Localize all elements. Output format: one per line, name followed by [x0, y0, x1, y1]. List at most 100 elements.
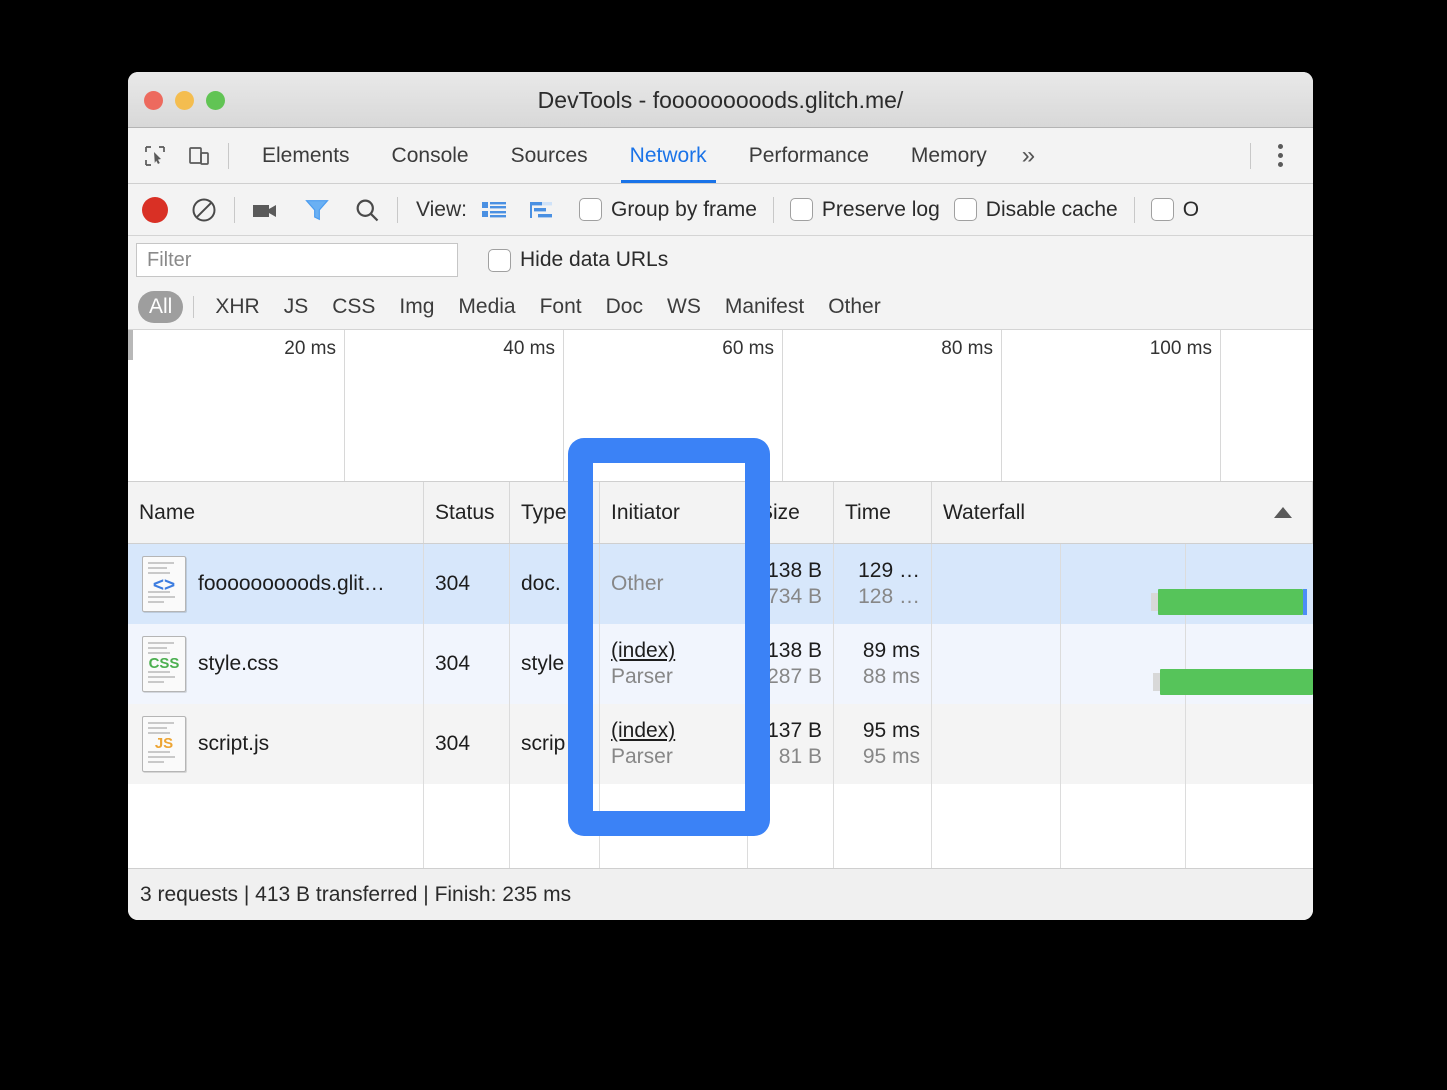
initiator-type: Parser — [611, 665, 673, 688]
timeline-segment — [1221, 330, 1313, 481]
toolbar-divider-3 — [772, 196, 774, 223]
empty-cell — [834, 784, 932, 874]
time-value: 89 ms — [862, 639, 920, 662]
timeline-tick-label: 40 ms — [503, 338, 555, 359]
column-header-name[interactable]: Name — [128, 482, 424, 543]
disable-cache-label: Disable cache — [985, 197, 1118, 221]
empty-cell — [600, 784, 748, 874]
hide-data-urls-label: Hide data URLs — [520, 248, 669, 271]
table-row[interactable]: <> fooooooooods.glit… 304 doc. Other 138… — [128, 544, 1313, 624]
search-icon[interactable] — [353, 196, 381, 224]
initiator-value: Other — [611, 572, 664, 595]
tab-memory[interactable]: Memory — [890, 128, 1008, 183]
kebab-menu-icon[interactable] — [1263, 144, 1297, 167]
camera-icon[interactable] — [251, 198, 281, 222]
type-filter-all[interactable]: All — [138, 290, 184, 323]
disable-cache-checkbox[interactable]: Disable cache — [953, 197, 1118, 222]
checkbox-box[interactable] — [1150, 198, 1174, 221]
hide-data-urls-checkbox[interactable]: Hide data URLs — [488, 248, 668, 272]
type-filter-css[interactable]: CSS — [321, 291, 386, 323]
empty-cell — [932, 784, 1313, 874]
tab-performance[interactable]: Performance — [728, 128, 890, 183]
timeline-segment: 40 ms — [345, 330, 564, 481]
checkbox-box[interactable] — [789, 198, 813, 221]
request-name: style.css — [198, 652, 279, 675]
column-header-status[interactable]: Status — [424, 482, 510, 543]
cell-waterfall — [932, 544, 1313, 624]
cell-initiator[interactable]: Other — [600, 544, 748, 624]
tab-elements[interactable]: Elements — [241, 128, 371, 183]
empty-cell — [748, 784, 834, 874]
device-toolbar-icon[interactable] — [182, 139, 216, 173]
cell-initiator[interactable]: (index) Parser — [600, 624, 748, 704]
funnel-filter-icon[interactable] — [303, 196, 331, 224]
more-tabs-button[interactable]: » — [1008, 128, 1049, 183]
cell-name[interactable]: CSS style.css — [128, 624, 424, 704]
preserve-log-checkbox[interactable]: Preserve log — [789, 198, 940, 222]
type-filter-font[interactable]: Font — [529, 291, 593, 323]
cell-type: style — [510, 624, 600, 704]
tab-network[interactable]: Network — [609, 128, 728, 183]
group-by-frame-checkbox[interactable]: Group by frame — [578, 198, 757, 222]
initiator-link[interactable]: (index) — [611, 639, 675, 663]
toolbar-divider — [228, 142, 229, 169]
type-filter-ws[interactable]: WS — [656, 291, 712, 323]
checkbox-box[interactable] — [488, 248, 511, 272]
inspect-element-icon[interactable] — [138, 139, 172, 173]
type-filter-img[interactable]: Img — [388, 291, 445, 323]
empty-cell — [128, 784, 424, 874]
network-timeline-overview[interactable]: 20 ms 40 ms 60 ms 80 ms 100 ms — [128, 330, 1313, 482]
cell-name[interactable]: <> fooooooooods.glit… — [128, 544, 424, 624]
waterfall-view-icon[interactable] — [529, 198, 557, 222]
timeline-segment: 60 ms — [564, 330, 783, 481]
record-button-icon[interactable] — [142, 196, 168, 223]
cell-waterfall — [932, 624, 1313, 704]
cell-time: 95 ms 95 ms — [834, 704, 932, 784]
list-view-icon[interactable] — [481, 198, 507, 222]
size-value: 137 B — [767, 719, 822, 742]
time-latency: 128 … — [858, 585, 920, 608]
column-header-size[interactable]: Size — [748, 482, 834, 543]
column-header-initiator[interactable]: Initiator — [600, 482, 748, 543]
type-filter-xhr[interactable]: XHR — [204, 291, 270, 323]
type-filter-js[interactable]: JS — [273, 291, 320, 323]
offline-throttling-checkbox[interactable]: O — [1150, 198, 1199, 222]
type-filter-doc[interactable]: Doc — [595, 291, 654, 323]
cell-initiator[interactable]: (index) Parser — [600, 704, 748, 784]
type-filter-divider — [193, 295, 195, 318]
tab-console[interactable]: Console — [371, 128, 490, 183]
toolbar-divider-4 — [1133, 196, 1135, 223]
filter-input[interactable] — [136, 243, 458, 277]
clear-icon[interactable] — [190, 196, 218, 224]
css-document-icon: CSS — [142, 636, 186, 692]
initiator-link[interactable]: (index) — [611, 719, 675, 743]
timeline-tick-label: 20 ms — [284, 338, 336, 359]
column-header-waterfall[interactable]: Waterfall — [932, 482, 1313, 543]
requests-summary: 3 requests | 413 B transferred | Finish:… — [140, 882, 572, 906]
checkbox-box[interactable] — [953, 198, 977, 221]
checkbox-box[interactable] — [578, 198, 602, 221]
table-row[interactable]: JS script.js 304 scrip (index) Parser 13… — [128, 704, 1313, 784]
tab-sources[interactable]: Sources — [490, 128, 609, 183]
network-toolbar: View: Group by frame Preserve log Disabl… — [128, 184, 1313, 236]
cell-time: 89 ms 88 ms — [834, 624, 932, 704]
devtools-tabstrip: Elements Console Sources Network Perform… — [128, 128, 1313, 184]
resource-type-filters: All XHR JS CSS Img Media Font Doc WS Man… — [128, 284, 1313, 330]
devtools-window: DevTools - fooooooooods.glitch.me/ Eleme… — [128, 72, 1313, 920]
type-filter-manifest[interactable]: Manifest — [714, 291, 815, 323]
timeline-segment: 20 ms — [128, 330, 345, 481]
tabstrip-right-controls — [1238, 128, 1313, 183]
requests-table-body: <> fooooooooods.glit… 304 doc. Other 138… — [128, 544, 1313, 874]
column-header-type[interactable]: Type — [510, 482, 600, 543]
column-header-time[interactable]: Time — [834, 482, 932, 543]
cell-name[interactable]: JS script.js — [128, 704, 424, 784]
cell-status: 304 — [424, 544, 510, 624]
timeline-segment: 80 ms — [783, 330, 1002, 481]
table-row[interactable]: CSS style.css 304 style (index) Parser 1… — [128, 624, 1313, 704]
time-value: 95 ms — [862, 719, 920, 742]
type-filter-other[interactable]: Other — [817, 291, 892, 323]
cell-size: 138 B 734 B — [748, 544, 834, 624]
type-filter-media[interactable]: Media — [447, 291, 526, 323]
sort-ascending-icon — [1274, 507, 1292, 518]
network-status-bar: 3 requests | 413 B transferred | Finish:… — [128, 868, 1313, 920]
